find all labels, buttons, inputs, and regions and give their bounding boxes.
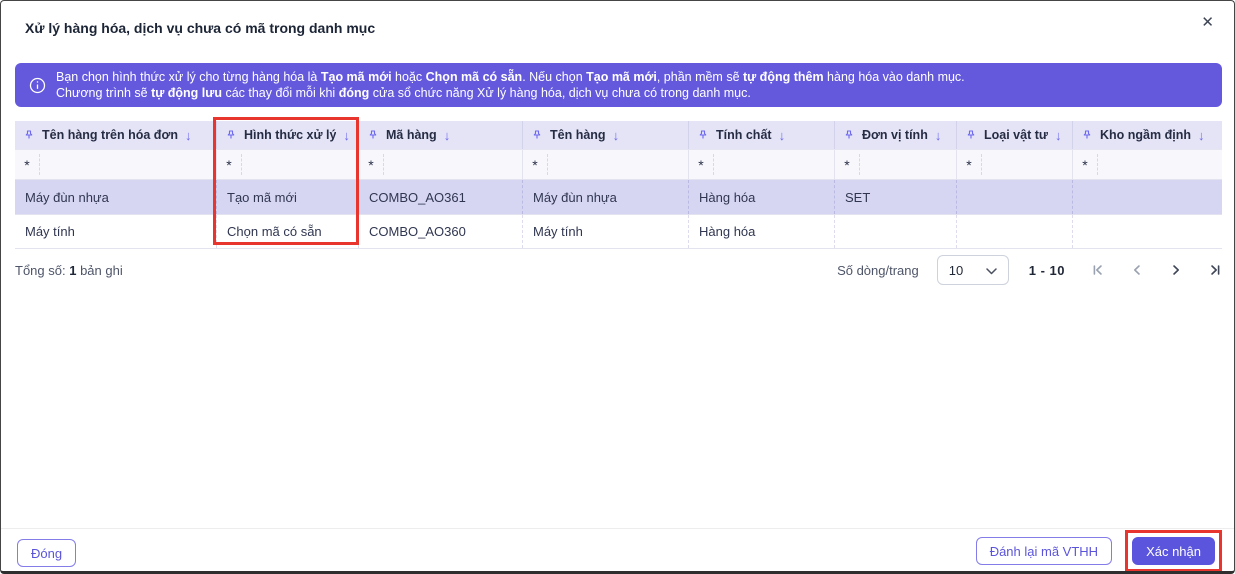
next-page-icon[interactable] bbox=[1169, 263, 1183, 277]
filter-input[interactable] bbox=[1097, 154, 1222, 175]
filter-input[interactable] bbox=[383, 154, 522, 175]
grid-header-row: Tên hàng trên hóa đơn ↓ Hình thức xử lý … bbox=[15, 121, 1222, 149]
cell-ten-hang[interactable]: Máy tính bbox=[523, 215, 689, 248]
column-header-ten-hang-tren-hoa-don[interactable]: Tên hàng trên hóa đơn ↓ bbox=[15, 121, 217, 149]
cell-tinh-chat[interactable]: Hàng hóa bbox=[689, 215, 835, 248]
cell-don-vi-tinh[interactable] bbox=[835, 215, 957, 248]
page-range: 1 - 10 bbox=[1028, 262, 1065, 278]
filter-cell[interactable]: * bbox=[217, 150, 359, 179]
table-row[interactable]: Máy đùn nhựa Tạo mã mới COMBO_AO361 Máy … bbox=[15, 179, 1222, 214]
sort-desc-icon[interactable]: ↓ bbox=[613, 128, 620, 143]
sort-desc-icon[interactable]: ↓ bbox=[185, 128, 192, 143]
pin-icon[interactable] bbox=[367, 129, 379, 141]
info-banner: Bạn chọn hình thức xử lý cho từng hàng h… bbox=[15, 63, 1222, 107]
close-button[interactable]: Đóng bbox=[17, 539, 77, 567]
data-grid: Tên hàng trên hóa đơn ↓ Hình thức xử lý … bbox=[15, 121, 1222, 249]
modal-xu-ly-hang-hoa: Xử lý hàng hóa, dịch vụ chưa có mã trong… bbox=[0, 0, 1235, 574]
rows-per-page-label: Số dòng/trang bbox=[837, 262, 919, 278]
info-icon bbox=[29, 77, 46, 94]
cell-loai-vat-tu[interactable] bbox=[957, 180, 1073, 214]
cell-kho-ngam-dinh[interactable] bbox=[1073, 215, 1222, 248]
sort-desc-icon[interactable]: ↓ bbox=[1198, 128, 1205, 143]
filter-cell[interactable]: * bbox=[689, 150, 835, 179]
cell-ma-hang[interactable]: COMBO_AO360 bbox=[359, 215, 523, 248]
prev-page-icon[interactable] bbox=[1130, 263, 1144, 277]
pin-icon[interactable] bbox=[225, 129, 237, 141]
page-title: Xử lý hàng hóa, dịch vụ chưa có mã trong… bbox=[25, 20, 376, 36]
pin-icon[interactable] bbox=[697, 129, 709, 141]
pin-icon[interactable] bbox=[531, 129, 543, 141]
banner-text: Bạn chọn hình thức xử lý cho từng hàng h… bbox=[56, 70, 965, 100]
cell-ten-hang-tren-hoa-don[interactable]: Máy tính bbox=[15, 215, 217, 248]
cell-ten-hang[interactable]: Máy đùn nhựa bbox=[523, 180, 689, 214]
cell-tinh-chat[interactable]: Hàng hóa bbox=[689, 180, 835, 214]
rows-per-page-select[interactable]: 10 bbox=[936, 255, 1009, 285]
sort-desc-icon[interactable]: ↓ bbox=[444, 128, 451, 143]
column-header-tinh-chat[interactable]: Tính chất ↓ bbox=[689, 121, 835, 149]
cell-hinh-thuc-xu-ly[interactable]: Chọn mã có sẵn bbox=[217, 215, 359, 248]
filter-input[interactable] bbox=[39, 154, 216, 175]
total-records: Tổng số: 1 bản ghi bbox=[15, 262, 123, 278]
filter-cell[interactable]: * bbox=[359, 150, 523, 179]
column-header-kho-ngam-dinh[interactable]: Kho ngầm định ↓ bbox=[1073, 121, 1222, 149]
cell-hinh-thuc-xu-ly[interactable]: Tạo mã mới bbox=[217, 180, 359, 214]
pin-icon[interactable] bbox=[1081, 129, 1093, 141]
filter-input[interactable] bbox=[859, 154, 956, 175]
sort-desc-icon[interactable]: ↓ bbox=[935, 128, 942, 143]
sort-desc-icon[interactable]: ↓ bbox=[343, 128, 350, 143]
sort-desc-icon[interactable]: ↓ bbox=[779, 128, 786, 143]
filter-input[interactable] bbox=[241, 154, 358, 175]
column-header-don-vi-tinh[interactable]: Đơn vị tính ↓ bbox=[835, 121, 957, 149]
filter-input[interactable] bbox=[981, 154, 1072, 175]
column-header-loai-vat-tu[interactable]: Loại vật tư ↓ bbox=[957, 121, 1073, 149]
column-header-ma-hang[interactable]: Mã hàng ↓ bbox=[359, 121, 523, 149]
cell-kho-ngam-dinh[interactable] bbox=[1073, 180, 1222, 214]
footer-actions: Đánh lại mã VTHH Xác nhận bbox=[975, 530, 1222, 571]
column-header-hinh-thuc-xu-ly[interactable]: Hình thức xử lý ↓ bbox=[217, 121, 359, 149]
reassign-code-button[interactable]: Đánh lại mã VTHH bbox=[975, 537, 1113, 565]
filter-input[interactable] bbox=[547, 154, 688, 175]
filter-cell[interactable]: * bbox=[1073, 150, 1222, 179]
sort-desc-icon[interactable]: ↓ bbox=[1055, 128, 1062, 143]
last-page-icon[interactable] bbox=[1208, 263, 1222, 277]
pin-icon[interactable] bbox=[23, 129, 35, 141]
first-page-icon[interactable] bbox=[1091, 263, 1105, 277]
column-header-ten-hang[interactable]: Tên hàng ↓ bbox=[523, 121, 689, 149]
table-row[interactable]: Máy tính Chọn mã có sẵn COMBO_AO360 Máy … bbox=[15, 214, 1222, 248]
filter-cell[interactable]: * bbox=[15, 150, 217, 179]
page-nav bbox=[1091, 263, 1222, 277]
cell-loai-vat-tu[interactable] bbox=[957, 215, 1073, 248]
cell-don-vi-tinh[interactable]: SET bbox=[835, 180, 957, 214]
cell-ten-hang-tren-hoa-don[interactable]: Máy đùn nhựa bbox=[15, 180, 217, 214]
pin-icon[interactable] bbox=[843, 129, 855, 141]
filter-cell[interactable]: * bbox=[523, 150, 689, 179]
filter-input[interactable] bbox=[713, 154, 834, 175]
annotation-box-xac-nhan: Xác nhận bbox=[1125, 530, 1222, 571]
cell-ma-hang[interactable]: COMBO_AO361 bbox=[359, 180, 523, 214]
filter-cell[interactable]: * bbox=[957, 150, 1073, 179]
filter-cell[interactable]: * bbox=[835, 150, 957, 179]
close-icon[interactable]: ✕ bbox=[1201, 15, 1214, 30]
pagination-bar: Tổng số: 1 bản ghi Số dòng/trang 10 1 - … bbox=[15, 253, 1222, 287]
footer-divider bbox=[1, 528, 1234, 529]
pin-icon[interactable] bbox=[965, 129, 977, 141]
confirm-button[interactable]: Xác nhận bbox=[1132, 537, 1215, 565]
chevron-down-icon bbox=[986, 263, 997, 278]
grid-filter-row: * * * * * * * * bbox=[15, 149, 1222, 179]
